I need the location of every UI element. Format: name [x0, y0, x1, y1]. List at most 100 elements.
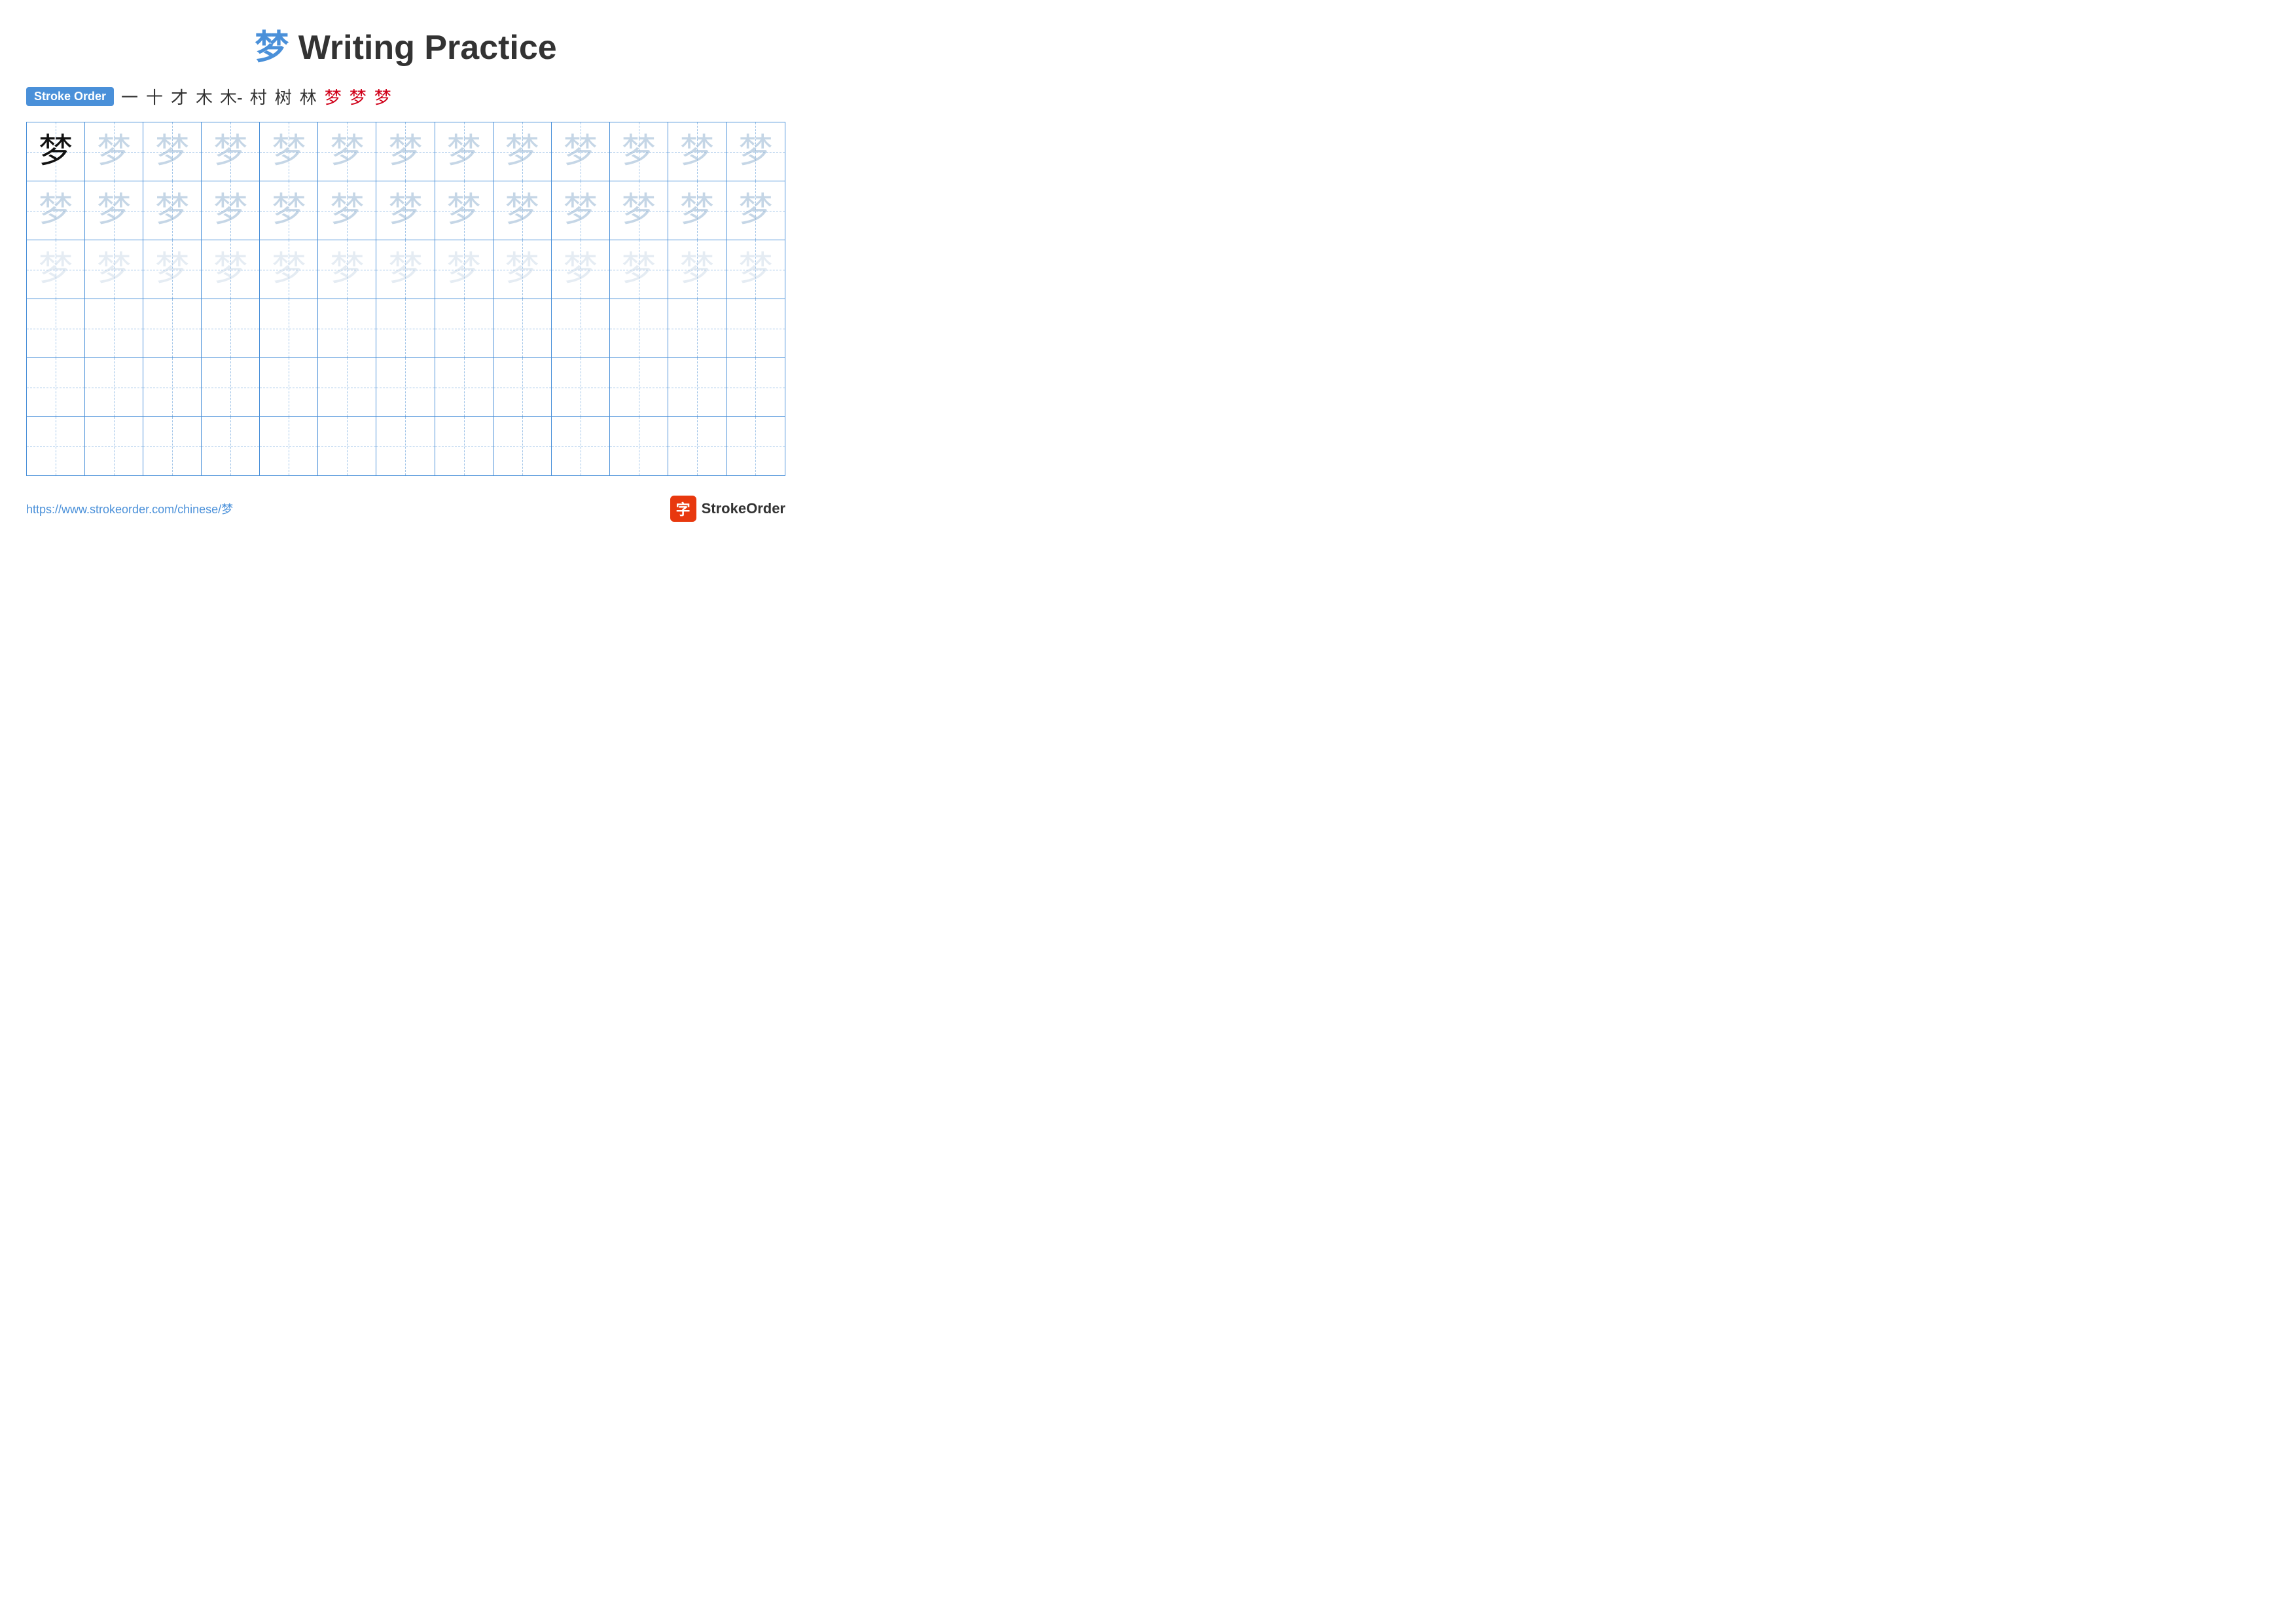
grid-cell-4-9[interactable]	[493, 299, 552, 357]
grid-cell-4-12[interactable]	[668, 299, 726, 357]
grid-cell-4-10[interactable]	[552, 299, 610, 357]
grid-cell-1-13[interactable]: 梦	[726, 122, 785, 181]
grid-cell-1-11[interactable]: 梦	[610, 122, 668, 181]
grid-cell-1-5[interactable]: 梦	[260, 122, 318, 181]
grid-cell-6-11[interactable]	[610, 417, 668, 475]
grid-cell-3-7[interactable]: 梦	[376, 240, 435, 299]
grid-cell-5-1[interactable]	[27, 358, 85, 416]
stroke-order-badge: Stroke Order	[26, 87, 114, 106]
grid-cell-4-2[interactable]	[85, 299, 143, 357]
grid-cell-2-7[interactable]: 梦	[376, 181, 435, 240]
grid-cell-1-3[interactable]: 梦	[143, 122, 202, 181]
grid-cell-3-10[interactable]: 梦	[552, 240, 610, 299]
grid-cell-6-3[interactable]	[143, 417, 202, 475]
grid-cell-5-8[interactable]	[435, 358, 493, 416]
grid-cell-4-6[interactable]	[318, 299, 376, 357]
page-title: 梦 Writing Practice	[26, 20, 785, 69]
grid-cell-5-3[interactable]	[143, 358, 202, 416]
grid-cell-2-13[interactable]: 梦	[726, 181, 785, 240]
grid-cell-5-5[interactable]	[260, 358, 318, 416]
grid-cell-5-13[interactable]	[726, 358, 785, 416]
grid-cell-2-9[interactable]: 梦	[493, 181, 552, 240]
grid-row-4	[27, 299, 785, 357]
grid-cell-5-12[interactable]	[668, 358, 726, 416]
grid-cell-1-6[interactable]: 梦	[318, 122, 376, 181]
grid-cell-2-4[interactable]: 梦	[202, 181, 260, 240]
grid-cell-6-12[interactable]	[668, 417, 726, 475]
grid-cell-6-6[interactable]	[318, 417, 376, 475]
grid-cell-3-13[interactable]: 梦	[726, 240, 785, 299]
grid-cell-5-6[interactable]	[318, 358, 376, 416]
grid-cell-3-1[interactable]: 梦	[27, 240, 85, 299]
practice-grid: 梦 梦 梦 梦 梦 梦 梦 梦 梦 梦 梦 梦 梦 梦 梦 梦 梦 梦 梦 梦 …	[26, 122, 785, 476]
grid-cell-2-12[interactable]: 梦	[668, 181, 726, 240]
grid-cell-2-2[interactable]: 梦	[85, 181, 143, 240]
grid-cell-2-10[interactable]: 梦	[552, 181, 610, 240]
grid-cell-1-2[interactable]: 梦	[85, 122, 143, 181]
grid-cell-3-5[interactable]: 梦	[260, 240, 318, 299]
grid-cell-4-8[interactable]	[435, 299, 493, 357]
stroke-step-10: 梦	[349, 84, 367, 109]
grid-cell-1-4[interactable]: 梦	[202, 122, 260, 181]
grid-cell-3-6[interactable]: 梦	[318, 240, 376, 299]
grid-cell-4-13[interactable]	[726, 299, 785, 357]
grid-cell-4-4[interactable]	[202, 299, 260, 357]
grid-cell-1-10[interactable]: 梦	[552, 122, 610, 181]
brand-text: StrokeOrder	[702, 500, 785, 517]
grid-cell-4-7[interactable]	[376, 299, 435, 357]
brand-icon: 字	[670, 496, 696, 522]
grid-cell-3-2[interactable]: 梦	[85, 240, 143, 299]
grid-cell-4-1[interactable]	[27, 299, 85, 357]
footer-url: https://www.strokeorder.com/chinese/梦	[26, 500, 233, 517]
grid-cell-3-3[interactable]: 梦	[143, 240, 202, 299]
grid-cell-6-5[interactable]	[260, 417, 318, 475]
grid-cell-2-6[interactable]: 梦	[318, 181, 376, 240]
grid-row-3: 梦 梦 梦 梦 梦 梦 梦 梦 梦 梦 梦 梦 梦	[27, 240, 785, 299]
grid-cell-2-3[interactable]: 梦	[143, 181, 202, 240]
grid-cell-4-3[interactable]	[143, 299, 202, 357]
grid-cell-6-7[interactable]	[376, 417, 435, 475]
stroke-step-6: 村	[249, 84, 268, 109]
stroke-step-4: 木	[195, 84, 213, 109]
grid-cell-5-11[interactable]	[610, 358, 668, 416]
char-dark: 梦	[39, 135, 73, 169]
grid-cell-4-11[interactable]	[610, 299, 668, 357]
grid-cell-2-8[interactable]: 梦	[435, 181, 493, 240]
grid-cell-2-5[interactable]: 梦	[260, 181, 318, 240]
stroke-step-11: 梦	[374, 84, 392, 109]
grid-cell-2-1[interactable]: 梦	[27, 181, 85, 240]
grid-cell-6-13[interactable]	[726, 417, 785, 475]
grid-cell-1-1[interactable]: 梦	[27, 122, 85, 181]
grid-row-6	[27, 416, 785, 475]
stroke-step-7: 树	[274, 84, 293, 109]
grid-cell-1-12[interactable]: 梦	[668, 122, 726, 181]
grid-cell-1-8[interactable]: 梦	[435, 122, 493, 181]
grid-cell-6-1[interactable]	[27, 417, 85, 475]
stroke-step-2: 十	[145, 84, 164, 109]
grid-cell-4-5[interactable]	[260, 299, 318, 357]
grid-row-5	[27, 357, 785, 416]
grid-cell-3-12[interactable]: 梦	[668, 240, 726, 299]
grid-cell-2-11[interactable]: 梦	[610, 181, 668, 240]
grid-cell-3-8[interactable]: 梦	[435, 240, 493, 299]
stroke-step-3: 才	[170, 84, 188, 109]
grid-cell-5-2[interactable]	[85, 358, 143, 416]
grid-cell-5-7[interactable]	[376, 358, 435, 416]
grid-row-2: 梦 梦 梦 梦 梦 梦 梦 梦 梦 梦 梦 梦 梦	[27, 181, 785, 240]
brand-logo: 字 StrokeOrder	[670, 496, 785, 522]
grid-cell-5-4[interactable]	[202, 358, 260, 416]
grid-cell-6-4[interactable]	[202, 417, 260, 475]
grid-cell-6-9[interactable]	[493, 417, 552, 475]
grid-cell-1-9[interactable]: 梦	[493, 122, 552, 181]
stroke-step-5: 木-	[220, 84, 243, 109]
grid-cell-6-8[interactable]	[435, 417, 493, 475]
grid-cell-3-11[interactable]: 梦	[610, 240, 668, 299]
grid-cell-1-7[interactable]: 梦	[376, 122, 435, 181]
grid-cell-5-10[interactable]	[552, 358, 610, 416]
grid-cell-3-4[interactable]: 梦	[202, 240, 260, 299]
grid-cell-3-9[interactable]: 梦	[493, 240, 552, 299]
stroke-step-8: 林	[299, 84, 317, 109]
grid-cell-6-2[interactable]	[85, 417, 143, 475]
grid-cell-6-10[interactable]	[552, 417, 610, 475]
grid-cell-5-9[interactable]	[493, 358, 552, 416]
